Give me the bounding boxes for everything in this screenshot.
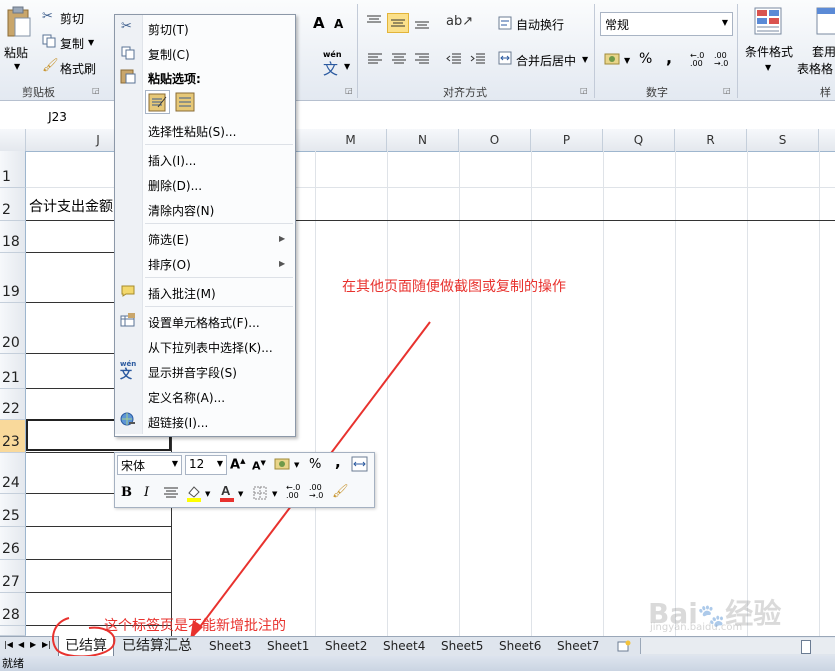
mini-font-value: 宋体 [121,459,146,473]
submenu-arrow-icon: ▶ [279,234,286,243]
hyperlink-icon [120,412,136,428]
mini-fill-color-icon[interactable] [186,484,202,502]
mini-increase-decimal-button[interactable]: ←.0.00 [286,484,300,500]
mini-bold-button[interactable]: B [121,485,132,500]
phonetic-icon: wén 文 [120,360,137,381]
sheet-tab[interactable]: Sheet1 [267,637,309,655]
sheet-tab[interactable]: Sheet3 [209,637,251,655]
mini-font-color-icon[interactable]: A [219,483,235,502]
mini-format-painter-icon[interactable]: 🖌 [332,484,349,499]
sheet-tab[interactable]: Sheet4 [383,637,425,655]
menu-item-cut[interactable]: 剪切(T) [148,21,189,38]
format-cells-icon [120,313,136,327]
mini-currency-dropdown-icon[interactable]: ▼ [294,461,299,469]
copy-icon [121,46,135,60]
mini-percent-button[interactable]: % [309,457,321,472]
mini-font-select[interactable]: 宋体 ▼ [117,455,182,475]
new-sheet-icon[interactable] [617,640,631,652]
mini-font-color-dropdown-icon[interactable]: ▼ [238,490,243,498]
mini-size-value: 12 [189,457,205,471]
status-bar: 就绪 [0,656,835,671]
sheet-tab[interactable]: 已结算汇总 [122,637,192,655]
mini-grow-font-button[interactable]: A▲ [230,457,245,472]
menu-item-copy[interactable]: 复制(C) [148,46,190,63]
paste-option-icon[interactable] [145,90,170,114]
menu-item-insert[interactable]: 插入(I)... [148,152,196,169]
mini-borders-dropdown-icon[interactable]: ▼ [272,490,277,498]
mini-align-center-icon[interactable] [163,486,179,500]
mini-merge-icon[interactable] [351,456,368,472]
tab-first-icon[interactable]: |◀ [4,640,13,649]
sheet-tab[interactable]: Sheet6 [499,637,541,655]
tab-next-icon[interactable]: ▶ [30,640,36,649]
menu-item-insert-comment[interactable]: 插入批注(M) [148,285,216,302]
watermark-url: jingyan.baidu.com [650,622,743,633]
menu-item-format-cells[interactable]: 设置单元格格式(F)... [148,314,260,331]
sheet-tab[interactable]: Sheet7 [557,637,599,655]
menu-item-sort[interactable]: 排序(O) [148,256,191,273]
annotation-text: 这个标签页是不能新增批注的 [104,618,286,634]
paste-icon [120,68,136,84]
status-text: 就绪 [2,657,24,670]
menu-item-filter[interactable]: 筛选(E) [148,231,189,248]
menu-item-pick-list[interactable]: 从下拉列表中选择(K)... [148,339,273,356]
mini-size-select[interactable]: 12 ▼ [185,455,227,475]
menu-item-hyperlink[interactable]: 超链接(I)... [148,414,208,431]
scrollbar-thumb[interactable] [801,640,811,654]
mini-italic-button[interactable]: I [144,485,149,500]
menu-item-paste-special[interactable]: 选择性粘贴(S)... [148,123,236,140]
tab-prev-icon[interactable]: ◀ [18,640,24,649]
mini-borders-icon[interactable] [253,486,267,500]
mini-currency-icon[interactable] [274,457,290,471]
menu-item-delete[interactable]: 删除(D)... [148,177,202,194]
menu-item-clear[interactable]: 清除内容(N) [148,202,214,219]
submenu-arrow-icon: ▶ [279,259,286,268]
menu-item-define-name[interactable]: 定义名称(A)... [148,389,225,406]
mini-comma-button[interactable]: , [335,453,341,471]
menu-heading-paste-options: 粘贴选项: [148,72,201,86]
mini-decrease-decimal-button[interactable]: .00 →.0 [309,484,323,500]
mini-fill-dropdown-icon[interactable]: ▼ [205,490,210,498]
svg-text:A: A [221,483,231,498]
mini-shrink-font-button[interactable]: A▼ [252,459,266,473]
menu-item-phonetic[interactable]: 显示拼音字段(S) [148,364,237,381]
paste-values-icon[interactable] [173,90,198,114]
scissors-icon: ✂ [121,19,132,34]
sheet-tab[interactable]: Sheet5 [441,637,483,655]
sheet-tab[interactable]: Sheet2 [325,637,367,655]
comment-icon [121,285,135,297]
